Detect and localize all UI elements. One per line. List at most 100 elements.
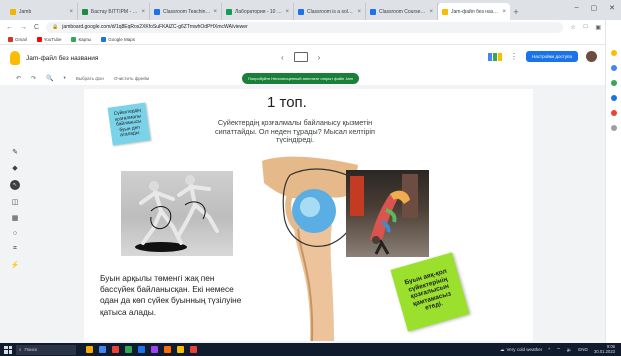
laser-icon[interactable]: ⚡ bbox=[11, 261, 20, 269]
bookmark-item[interactable]: Gmail bbox=[8, 36, 27, 42]
circle-icon[interactable]: ○ bbox=[13, 230, 17, 237]
minimize-icon[interactable]: – bbox=[575, 4, 579, 12]
skeleton-runners-image[interactable] bbox=[121, 171, 233, 256]
tray-chevron-icon[interactable]: ^ bbox=[548, 347, 550, 352]
sticky-note-green[interactable]: Буын аяқ-қол сүйектерінің қозғалысын қам… bbox=[390, 252, 470, 332]
maps-icon[interactable] bbox=[610, 110, 617, 116]
keep-icon[interactable] bbox=[610, 50, 617, 56]
bookmark-item[interactable]: Google Maps bbox=[101, 36, 136, 42]
sticky-note-icon[interactable]: ◫ bbox=[12, 198, 19, 206]
taskbar-app-icon[interactable] bbox=[112, 346, 119, 353]
bookmark-favicon-icon bbox=[71, 36, 77, 42]
browser-tab[interactable]: Classroom Courses БІТТІРМ -× bbox=[366, 3, 438, 20]
calendar-icon[interactable] bbox=[610, 95, 617, 101]
close-tab-icon[interactable]: × bbox=[357, 9, 361, 15]
extensions-icon[interactable]: ▣ bbox=[595, 24, 601, 31]
set-background-button[interactable]: Выбрать фон bbox=[76, 76, 104, 81]
forward-icon[interactable]: → bbox=[20, 24, 27, 31]
bookmark-item[interactable]: Карты bbox=[71, 36, 91, 42]
tab-title: Jam-файл без названия - Go bbox=[451, 8, 500, 15]
redo-icon[interactable]: ↷ bbox=[31, 75, 36, 82]
new-tab-button[interactable]: + bbox=[510, 3, 522, 20]
input-language[interactable]: ENG bbox=[578, 347, 588, 352]
taskbar-app-icon[interactable] bbox=[164, 346, 171, 353]
tab-favicon-icon bbox=[226, 8, 232, 15]
notice-banner[interactable]: Попробуйте Неполноценный аннотате открыт… bbox=[242, 73, 359, 84]
reload-icon[interactable]: C bbox=[34, 24, 39, 31]
document-title[interactable]: Jam-файл без названия bbox=[26, 55, 98, 62]
bookmark-item[interactable]: YouTube bbox=[36, 36, 61, 42]
tab-title: Classroom is a solution for co bbox=[307, 8, 355, 15]
next-frame-button[interactable]: › bbox=[318, 53, 321, 62]
tab-search-icon[interactable]: □ bbox=[584, 24, 588, 31]
frame-navigator: ‹ › bbox=[281, 52, 320, 62]
header-actions: ⋮ Настройки доступа bbox=[488, 51, 597, 62]
text-box-icon[interactable]: ⌗ bbox=[13, 245, 17, 253]
network-icon[interactable]: ⌔ bbox=[556, 347, 560, 353]
taskbar-app-icon[interactable] bbox=[86, 346, 93, 353]
tasks-icon[interactable] bbox=[610, 65, 617, 71]
browser-tab[interactable]: Jamb × bbox=[6, 3, 78, 20]
eraser-icon[interactable]: ◆ bbox=[12, 164, 17, 172]
contacts-icon[interactable] bbox=[610, 80, 617, 86]
jam-frame[interactable]: 1 топ. Суйектердің қозғалмалы байланысу … bbox=[84, 89, 533, 341]
back-icon[interactable]: ← bbox=[6, 24, 13, 31]
browser-tab[interactable]: Бастау БІТТІРМ - Classroo× bbox=[78, 3, 150, 20]
bookmark-star-icon[interactable]: ☆ bbox=[570, 24, 575, 31]
maximize-icon[interactable]: ▢ bbox=[591, 4, 598, 12]
tab-title: Бастау БІТТІРМ - Classroo bbox=[91, 8, 139, 15]
taskbar-app-icon[interactable] bbox=[151, 346, 158, 353]
zoom-caret-icon[interactable]: ▾ bbox=[64, 75, 66, 81]
weather-widget[interactable]: ☁ Very cold weather bbox=[500, 347, 542, 353]
add-addon-icon[interactable] bbox=[610, 125, 617, 131]
address-bar: ← → C 🔒 jamboard.google.com/d/1q8EqRos2X… bbox=[0, 20, 621, 34]
taskbar-app-icon[interactable] bbox=[125, 346, 132, 353]
windows-start-icon[interactable] bbox=[4, 345, 12, 354]
undo-icon[interactable]: ↶ bbox=[16, 75, 21, 82]
prev-frame-button[interactable]: ‹ bbox=[281, 53, 284, 62]
bookmark-label: Gmail bbox=[15, 36, 27, 42]
pen-icon[interactable]: ✎ bbox=[12, 148, 18, 156]
close-tab-icon[interactable]: × bbox=[141, 9, 145, 15]
avatar[interactable] bbox=[586, 51, 597, 62]
select-icon[interactable]: ↖ bbox=[10, 180, 20, 190]
share-button[interactable]: Настройки доступа bbox=[526, 51, 578, 62]
image-icon[interactable]: ▦ bbox=[12, 214, 19, 222]
weather-icon: ☁ bbox=[500, 346, 505, 352]
url-input[interactable]: 🔒 jamboard.google.com/d/1q8EqRos2XKfoSuF… bbox=[46, 21, 564, 33]
joint-description-text[interactable]: Буын арқылы төменгі жақ пен бассүйек бай… bbox=[100, 273, 250, 318]
clock-date: 30.01.2023 bbox=[594, 348, 615, 354]
browser-tab[interactable]: Jam-файл без названия - Go× bbox=[438, 3, 510, 20]
meet-icon[interactable] bbox=[488, 52, 502, 61]
tab-title: Classroom Courses БІТТІРМ - bbox=[379, 8, 428, 15]
close-tab-icon[interactable]: × bbox=[429, 9, 433, 15]
search-icon: ⌕ bbox=[19, 347, 22, 352]
taskbar-app-icon[interactable] bbox=[138, 346, 145, 353]
sticky-note-blue[interactable]: Сүйектердің қозғалмалы байланысы буын де… bbox=[107, 102, 151, 146]
taskbar-clock[interactable]: 9:06 30.01.2023 bbox=[594, 344, 615, 355]
close-window-icon[interactable]: ✕ bbox=[609, 4, 615, 12]
browser-tab[interactable]: Лаборатория - 10 сынып - НС× bbox=[222, 3, 294, 20]
bookmark-favicon-icon bbox=[101, 36, 107, 42]
taskbar-app-icon[interactable] bbox=[99, 346, 106, 353]
zoom-icon[interactable]: 🔍 bbox=[46, 75, 53, 82]
close-tab-icon[interactable]: × bbox=[213, 9, 217, 15]
volume-icon[interactable]: 🔈 bbox=[567, 347, 573, 353]
browser-tab[interactable]: Classroom is a solution for co× bbox=[294, 3, 366, 20]
close-tab-icon[interactable]: × bbox=[285, 9, 289, 15]
taskbar-search[interactable]: ⌕ Поиск bbox=[16, 344, 76, 355]
bookmark-label: Google Maps bbox=[108, 36, 136, 42]
tab-favicon-icon bbox=[154, 8, 160, 15]
clear-frame-button[interactable]: Очистить фрейм bbox=[114, 76, 149, 81]
taskbar-search-label: Поиск bbox=[24, 347, 38, 352]
breakdancer-image[interactable] bbox=[346, 170, 429, 257]
frame-bar-icon[interactable] bbox=[293, 52, 308, 62]
jamboard-logo-icon[interactable] bbox=[10, 51, 20, 65]
browser-tab[interactable]: Classroom Teaching Tool for× bbox=[150, 3, 222, 20]
close-tab-icon[interactable]: × bbox=[69, 9, 73, 15]
taskbar-app-icon[interactable] bbox=[190, 346, 197, 353]
close-tab-icon[interactable]: × bbox=[502, 9, 506, 15]
more-options-icon[interactable]: ⋮ bbox=[510, 52, 518, 61]
taskbar-app-icon[interactable] bbox=[177, 346, 184, 353]
tab-favicon-icon bbox=[10, 8, 16, 15]
